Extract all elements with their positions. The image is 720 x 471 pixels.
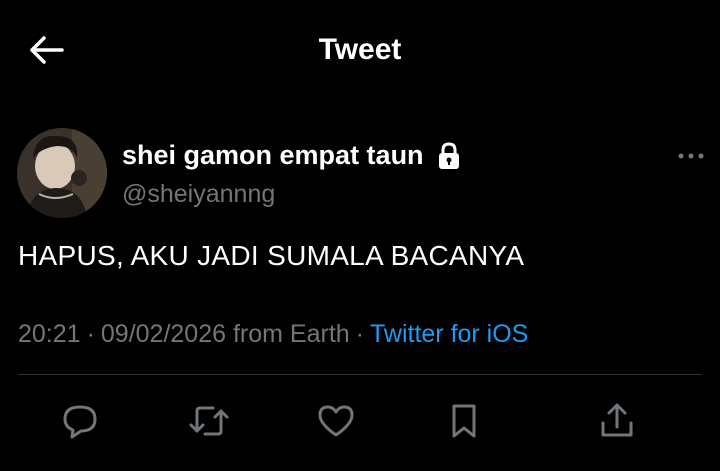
bookmark-button[interactable] — [438, 395, 490, 447]
meta-separator: · — [86, 320, 95, 348]
heart-icon — [318, 405, 354, 437]
avatar-image — [17, 128, 107, 218]
display-name-text: shei gamon empat taun — [122, 140, 424, 170]
tweet-metadata: 20:21 · 09/02/2026 from Earth · Twitter for … — [18, 320, 528, 349]
divider — [18, 374, 702, 375]
more-horizontal-icon — [678, 153, 704, 159]
tweet-location: from Earth — [232, 320, 350, 348]
retweet-button[interactable] — [183, 395, 235, 447]
action-bar — [0, 395, 720, 447]
like-button[interactable] — [310, 395, 362, 447]
author-display-name[interactable]: shei gamon empat taun — [122, 140, 462, 171]
meta-separator: · — [355, 320, 364, 348]
avatar[interactable] — [17, 128, 107, 218]
share-button[interactable] — [591, 395, 643, 447]
tweet-time: 20:21 — [18, 320, 81, 348]
tweet-text: HAPUS, AKU JADI SUMALA BACANYA — [18, 240, 525, 271]
retweet-icon — [189, 406, 229, 436]
author-handle[interactable]: @sheiyannng — [122, 180, 275, 209]
page-title: Tweet — [318, 33, 402, 66]
share-icon — [601, 403, 633, 437]
more-options-button[interactable] — [676, 146, 706, 166]
bookmark-icon — [452, 404, 476, 438]
reply-button[interactable] — [54, 395, 106, 447]
tweet-source-link[interactable]: Twitter for iOS — [370, 320, 528, 348]
lock-icon — [438, 141, 459, 169]
tweet-date: 09/02/2026 — [100, 320, 227, 348]
reply-icon — [63, 405, 97, 439]
top-bar: Tweet — [0, 0, 720, 100]
